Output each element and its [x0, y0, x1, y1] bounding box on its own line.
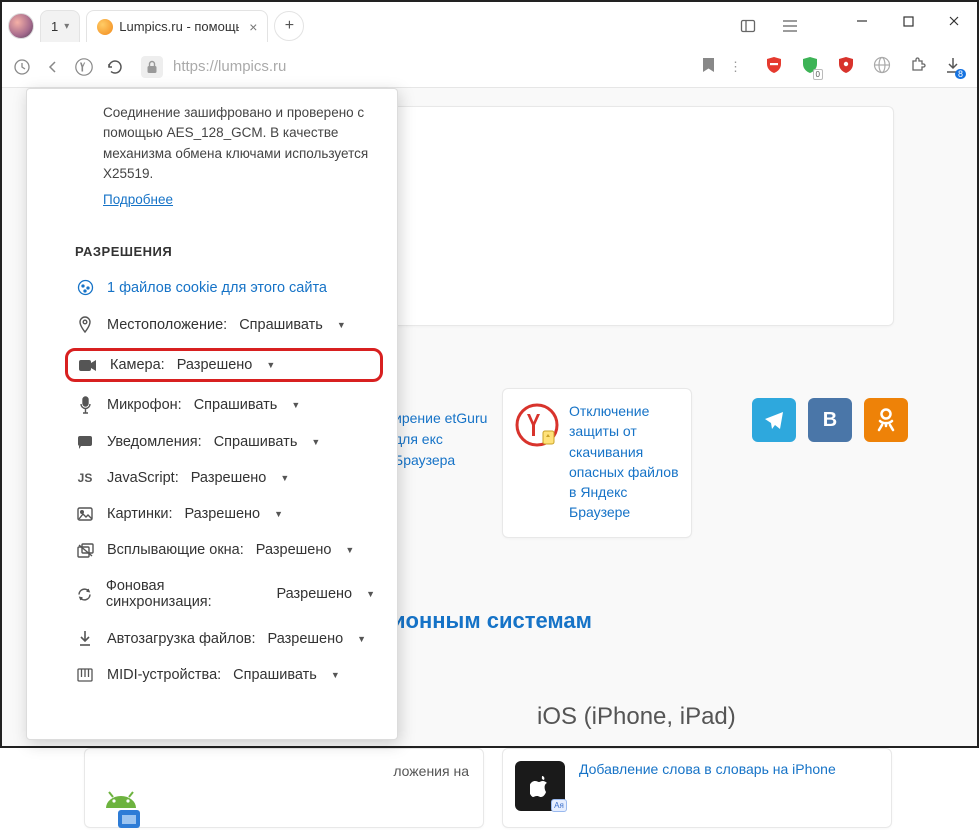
titlebar: 1 ▾ Lumpics.ru - помощь с × + — [2, 2, 977, 46]
close-icon[interactable]: × — [249, 19, 257, 35]
yandex-browser-icon — [515, 401, 559, 449]
perm-camera[interactable]: Камера: Разрешено▼ — [65, 348, 383, 382]
back-button[interactable] — [43, 56, 64, 78]
vk-button[interactable]: B — [808, 398, 852, 442]
new-tab-button[interactable]: + — [274, 11, 304, 41]
perm-bgsync[interactable]: Фоновая синхронизация: Разрешено▼ — [27, 568, 397, 620]
perm-images[interactable]: Картинки: Разрешено▼ — [27, 496, 397, 532]
lock-icon[interactable] — [141, 56, 163, 78]
cookies-row[interactable]: 1 файлов cookie для этого сайта — [27, 269, 397, 306]
heading-ios: iOS (iPhone, iPad) — [537, 703, 736, 731]
sidebar-toggle-icon[interactable] — [737, 15, 759, 37]
history-icon[interactable] — [12, 56, 33, 78]
midi-icon — [75, 668, 95, 682]
perm-microphone[interactable]: Микрофон: Спрашивать▼ — [27, 386, 397, 424]
ok-button[interactable] — [864, 398, 908, 442]
address-field[interactable]: https://lumpics.ru — [135, 56, 715, 78]
address-bar: https://lumpics.ru ⋮ 0 8 — [2, 46, 977, 88]
telegram-button[interactable] — [752, 398, 796, 442]
bottom-card-ios[interactable]: Ая Добавление слова в словарь на iPhone — [502, 748, 892, 828]
more-link[interactable]: Подробнее — [103, 190, 375, 210]
shield-red2-icon[interactable] — [837, 56, 855, 77]
perm-autodl[interactable]: Автозагрузка файлов: Разрешено▼ — [27, 620, 397, 657]
maximize-button[interactable] — [885, 2, 931, 40]
partial-article-link[interactable]: ирение etGuru для екс Браузера — [394, 408, 494, 471]
tab-title: Lumpics.ru - помощь с — [119, 19, 239, 34]
chevron-down-icon: ▾ — [64, 21, 69, 32]
perm-midi[interactable]: MIDI-устройства: Спрашивать▼ — [27, 657, 397, 693]
window-controls — [839, 2, 977, 40]
reload-button[interactable] — [104, 56, 125, 78]
site-info-popover: Соединение зашифровано и проверено с пом… — [26, 88, 398, 740]
location-icon — [75, 316, 95, 334]
perm-notifications[interactable]: Уведомления: Спрашивать▼ — [27, 424, 397, 460]
extensions-icon[interactable] — [909, 56, 927, 77]
social-links: B — [752, 398, 908, 442]
encryption-description: Соединение зашифровано и проверено с пом… — [27, 103, 397, 210]
bookmark-icon[interactable] — [702, 57, 715, 76]
shield-red-icon[interactable] — [765, 56, 783, 77]
minimize-button[interactable] — [839, 2, 885, 40]
bottom-right-link[interactable]: Добавление слова в словарь на iPhone — [579, 761, 836, 777]
menu-icon[interactable] — [779, 15, 801, 37]
globe-icon[interactable] — [873, 56, 891, 77]
tab-count-value: 1 — [51, 19, 58, 34]
site-favicon — [97, 19, 113, 35]
bottom-left-text: ложения на — [393, 763, 469, 779]
close-window-button[interactable] — [931, 2, 977, 40]
android-logo-icon — [96, 786, 146, 830]
tab-active[interactable]: Lumpics.ru - помощь с × — [86, 10, 268, 42]
article-link[interactable]: Отключение защиты от скачивания опасных … — [569, 401, 679, 523]
article-card-yandex[interactable]: Отключение защиты от скачивания опасных … — [502, 388, 692, 538]
perm-popups[interactable]: Всплывающие окна: Разрешено▼ — [27, 532, 397, 568]
javascript-icon: JS — [75, 471, 95, 485]
profile-avatar[interactable] — [8, 13, 34, 39]
apple-logo-icon: Ая — [515, 761, 565, 811]
microphone-icon — [75, 396, 95, 414]
notifications-icon — [75, 435, 95, 449]
tab-counter[interactable]: 1 ▾ — [40, 10, 80, 42]
heading-os-partial: ионным системам — [392, 608, 592, 634]
url-text: https://lumpics.ru — [173, 58, 286, 75]
downloads-icon[interactable]: 8 — [945, 56, 961, 77]
download-icon — [75, 630, 95, 647]
perm-javascript[interactable]: JS JavaScript: Разрешено▼ — [27, 460, 397, 496]
camera-icon — [78, 359, 98, 372]
shield-green-icon[interactable]: 0 — [801, 56, 819, 77]
extension-icons: ⋮ 0 8 — [725, 56, 967, 78]
cookies-link[interactable]: 1 файлов cookie для этого сайта — [107, 280, 327, 296]
cookie-icon — [75, 279, 95, 296]
sync-icon — [75, 586, 94, 603]
popups-icon — [75, 543, 95, 558]
yandex-home-icon[interactable] — [74, 56, 95, 78]
images-icon — [75, 507, 95, 521]
permissions-heading: РАЗРЕШЕНИЯ — [27, 210, 397, 269]
perm-location[interactable]: Местоположение: Спрашивать▼ — [27, 306, 397, 344]
kebab-icon[interactable]: ⋮ — [725, 56, 747, 78]
downloads-badge: 8 — [955, 69, 966, 79]
